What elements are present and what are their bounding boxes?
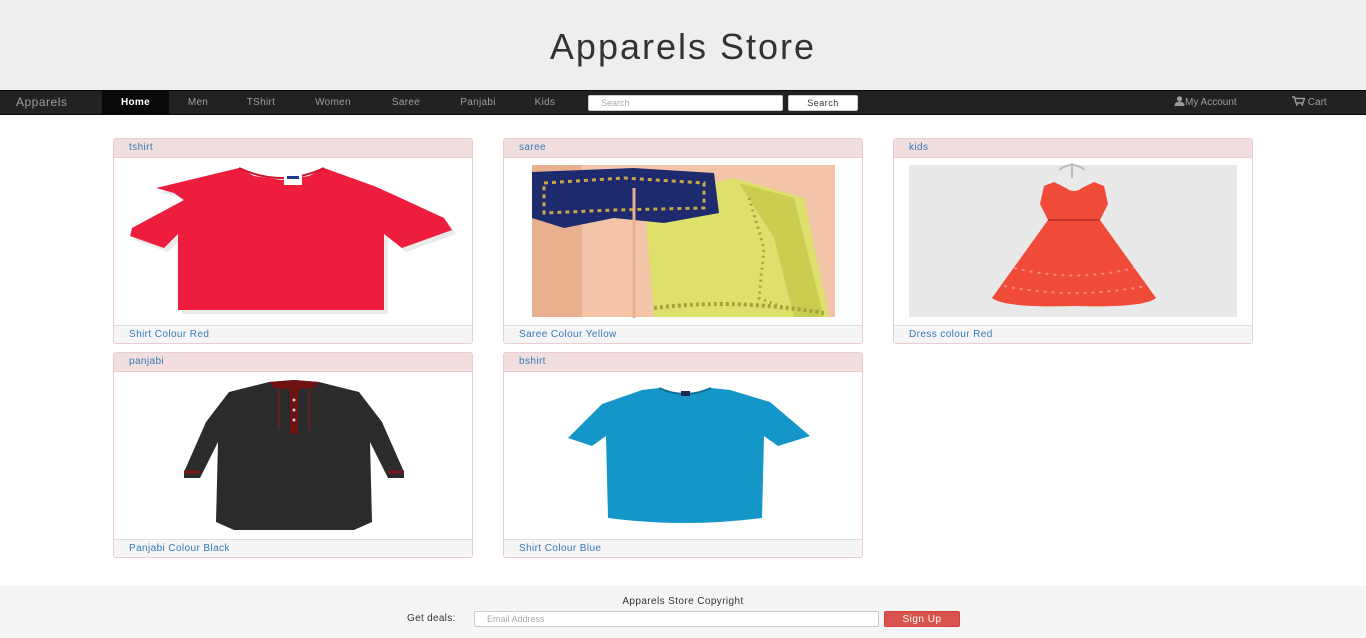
product-title[interactable]: Saree Colour Yellow xyxy=(504,325,862,343)
product-image-area[interactable] xyxy=(504,372,862,539)
cart-link[interactable]: Cart xyxy=(1292,91,1327,115)
nav-item-panjabi[interactable]: Panjabi xyxy=(446,91,510,115)
product-image-area[interactable] xyxy=(504,158,862,325)
black-panjabi-image xyxy=(184,380,404,530)
product-card-kids[interactable]: kids Dress colour Red xyxy=(893,138,1253,344)
product-category: kids xyxy=(894,139,1252,158)
product-title[interactable]: Shirt Colour Red xyxy=(114,325,472,343)
product-title[interactable]: Shirt Colour Blue xyxy=(504,539,862,557)
product-card-saree[interactable]: saree Saree Colour Yellow xyxy=(503,138,863,344)
search-button[interactable]: Search xyxy=(788,95,858,111)
sign-up-button[interactable]: Sign Up xyxy=(884,611,960,627)
nav-item-kids[interactable]: Kids xyxy=(524,91,566,115)
product-image-area[interactable] xyxy=(114,372,472,539)
product-category: panjabi xyxy=(114,353,472,372)
search-input[interactable] xyxy=(588,95,783,111)
product-title[interactable]: Dress colour Red xyxy=(894,325,1252,343)
product-card-bshirt[interactable]: bshirt Shirt Colour Blue xyxy=(503,352,863,558)
footer-copyright: Apparels Store Copyright xyxy=(622,596,744,607)
my-account-label: My Account xyxy=(1185,97,1237,108)
nav-item-men[interactable]: Men xyxy=(176,91,220,115)
product-card-tshirt[interactable]: tshirt Shirt Colour Red xyxy=(113,138,473,344)
blue-tshirt-image xyxy=(568,387,810,523)
footer: Apparels Store Copyright Get deals: Sign… xyxy=(0,586,1366,638)
nav-item-saree[interactable]: Saree xyxy=(380,91,432,115)
deals-label: Get deals: xyxy=(407,613,456,624)
yellow-saree-image xyxy=(532,165,835,318)
product-category: tshirt xyxy=(114,139,472,158)
page-title: Apparels Store xyxy=(549,26,817,67)
red-tshirt-image xyxy=(130,167,456,314)
product-image-area[interactable] xyxy=(114,158,472,325)
product-card-panjabi[interactable]: panjabi Panjabi Colour Black xyxy=(113,352,473,558)
header-jumbotron: Apparels Store xyxy=(0,0,1366,90)
email-field[interactable] xyxy=(474,611,879,627)
product-image-area[interactable] xyxy=(894,158,1252,325)
product-category: saree xyxy=(504,139,862,158)
nav-item-women[interactable]: Women xyxy=(300,91,366,115)
nav-item-tshirt[interactable]: TShirt xyxy=(232,91,290,115)
product-title[interactable]: Panjabi Colour Black xyxy=(114,539,472,557)
user-icon xyxy=(1174,96,1185,106)
navbar-brand[interactable]: Apparels xyxy=(16,95,67,109)
red-dress-image xyxy=(909,163,1237,317)
nav-item-home[interactable]: Home xyxy=(102,91,169,115)
product-category: bshirt xyxy=(504,353,862,372)
cart-label: Cart xyxy=(1307,97,1327,108)
my-account-link[interactable]: My Account xyxy=(1174,91,1237,115)
navbar: Apparels Home Men TShirt Women Saree Pan… xyxy=(0,90,1366,115)
cart-icon xyxy=(1292,96,1306,106)
